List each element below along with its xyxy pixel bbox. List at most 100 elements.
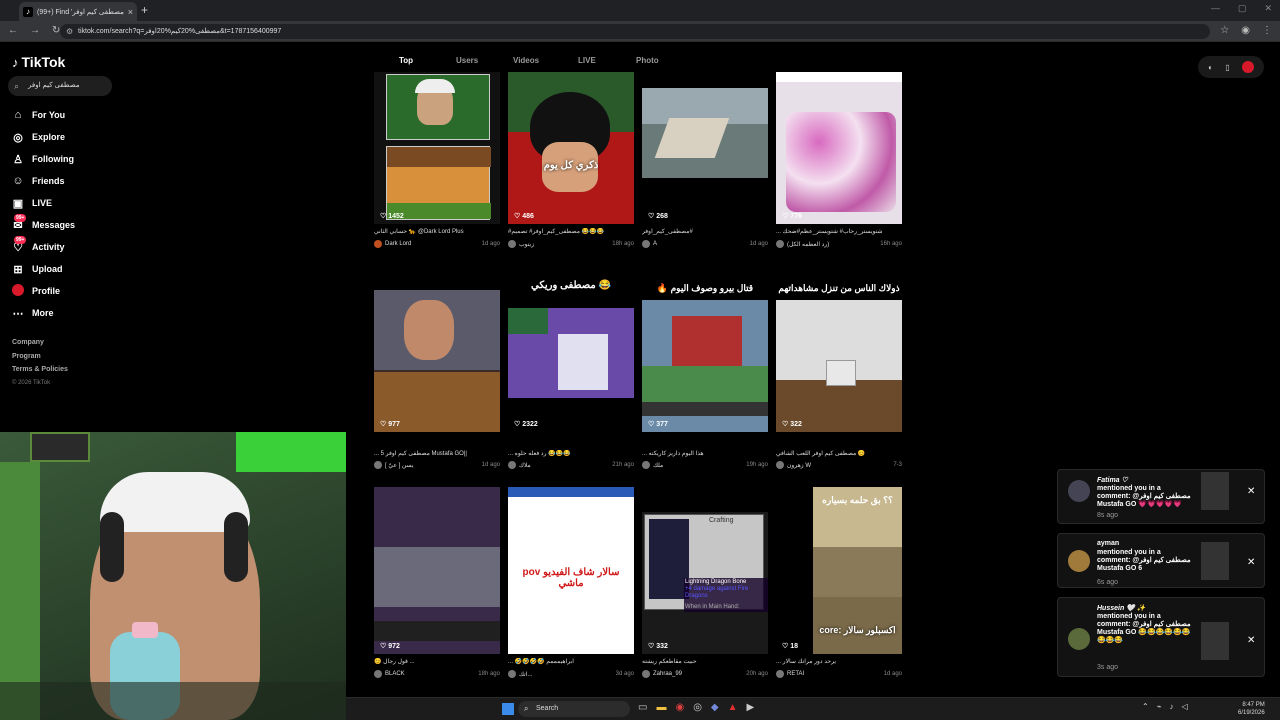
author-avatar[interactable] xyxy=(508,240,516,248)
sidebar-item-live[interactable]: ▣ LIVE xyxy=(12,192,75,214)
forward-icon[interactable]: → xyxy=(30,25,40,36)
media-icon[interactable]: ▶ xyxy=(747,702,755,713)
author-avatar[interactable] xyxy=(642,461,650,469)
footer-company[interactable]: Company xyxy=(12,336,68,350)
maximize-icon[interactable]: ▢ xyxy=(1238,3,1247,14)
video-caption[interactable]: مصطفى_كيم_اوفر# xyxy=(642,228,768,235)
tab-videos[interactable]: Videos xyxy=(513,56,539,65)
video-thumbnail[interactable]: ♡ 268 xyxy=(642,72,768,224)
url-field[interactable]: ⚙ tiktok.com/search?q=مصطفى%20كيم%20اوفر… xyxy=(60,24,1210,39)
video-caption[interactable]: ... يرحد دور مرانك سالار xyxy=(776,658,902,665)
author-avatar[interactable] xyxy=(776,670,784,678)
video-caption[interactable]: ... شتويستر_رحاب# شتويستر_عظم#ضحك xyxy=(776,228,902,235)
sidebar-item-upload[interactable]: ⊞ Upload xyxy=(12,258,75,280)
tab-users[interactable]: Users xyxy=(456,56,478,65)
app-icon[interactable]: ▲ xyxy=(728,702,738,713)
tab-live[interactable]: LIVE xyxy=(578,56,596,65)
browser-tab[interactable]: ♪ (99+) Find 'مصطفى كيم اوفر' on × xyxy=(19,2,137,21)
notification-preview[interactable] xyxy=(1201,472,1229,510)
author-name[interactable]: BLACK xyxy=(385,671,405,677)
video-caption[interactable]: ... هذا اليوم داريز كاريكته xyxy=(642,450,768,457)
mic-icon[interactable]: ♪ xyxy=(1170,702,1174,711)
taskbar-search[interactable]: ⌕ Search xyxy=(518,701,630,717)
phone-icon[interactable]: ▯ xyxy=(1225,63,1229,72)
author-name[interactable]: (رد العظمه الكل) xyxy=(787,241,829,248)
video-caption[interactable]: مصطفى كيم اوفر اللعب الشافي 😊 xyxy=(776,450,902,457)
video-caption[interactable]: حبيت مقاطعكم ريشته xyxy=(642,658,768,665)
author-avatar[interactable] xyxy=(374,461,382,469)
task-view-icon[interactable]: ▭ xyxy=(638,702,647,713)
avatar[interactable] xyxy=(1241,61,1254,73)
discord-icon[interactable]: ◆ xyxy=(711,702,719,713)
video-caption[interactable]: ... 🤣🤣🤣🤣 ابراهيمممم xyxy=(508,658,634,665)
author-name[interactable]: A xyxy=(653,241,657,247)
sidebar-item-more[interactable]: ⋯ More xyxy=(12,302,75,324)
author-avatar[interactable] xyxy=(642,240,650,248)
video-caption[interactable]: حسابي الثاني 🐆 @Dark Lord Plus xyxy=(374,228,500,235)
notification-card[interactable]: ayman mentioned you in a comment: @مصطفى… xyxy=(1057,533,1265,588)
video-thumbnail[interactable]: ♡ 972 xyxy=(374,487,500,654)
author-avatar[interactable] xyxy=(374,670,382,678)
author-name[interactable]: Dark Lord xyxy=(385,241,411,247)
start-button[interactable] xyxy=(502,703,514,715)
video-thumbnail[interactable]: ♡ 377 xyxy=(642,300,768,432)
obs-icon[interactable]: ◎ xyxy=(693,702,702,713)
author-name[interactable]: يسن [ عيّ ] xyxy=(385,462,414,469)
close-window-icon[interactable]: ✕ xyxy=(1264,3,1272,14)
coins-icon[interactable]: ◐ xyxy=(1208,63,1213,72)
author-name[interactable]: RETAI xyxy=(787,671,804,677)
tab-top[interactable]: Top xyxy=(399,56,413,65)
author-avatar[interactable] xyxy=(508,670,516,678)
sidebar-item-profile[interactable]: Profile xyxy=(12,280,75,302)
video-thumbnail[interactable]: ♡ 2322 xyxy=(508,300,634,432)
video-thumbnail[interactable]: ؟؟ بق حلمه بسياره core: اكسبلور سالار ♡ … xyxy=(776,487,902,654)
author-avatar[interactable] xyxy=(642,670,650,678)
video-thumbnail[interactable]: pov سالار شاف الفيديو ماشي xyxy=(508,487,634,654)
author-name[interactable]: زهرون W xyxy=(787,462,811,469)
bookmark-star-icon[interactable]: ☆ xyxy=(1220,25,1229,36)
clock[interactable]: 8:47 PM 6/19/2026 xyxy=(1238,701,1265,717)
close-icon[interactable]: ✕ xyxy=(1247,557,1255,568)
video-thumbnail[interactable]: ♡ 776 xyxy=(776,72,902,224)
author-avatar[interactable] xyxy=(508,461,516,469)
chrome-icon[interactable]: ◉ xyxy=(675,702,684,713)
video-thumbnail[interactable]: ♡ 1452 xyxy=(374,72,500,224)
author-name[interactable]: Zahraa_99 xyxy=(653,671,682,677)
author-name[interactable]: ملاك xyxy=(519,462,531,469)
video-caption[interactable]: #مصطفى_كيم_اوفر# تصميم 😂😂😂 xyxy=(508,228,634,235)
author-name[interactable]: ملك xyxy=(653,462,663,469)
new-tab-button[interactable]: + xyxy=(141,3,148,17)
close-icon[interactable]: ✕ xyxy=(1247,635,1255,646)
video-caption[interactable]: ... مصطفى كيم اوفر 5 Mustafa GO|| xyxy=(374,450,500,457)
video-caption[interactable]: ... رد فعله حلوه 😂😂😂 xyxy=(508,450,634,457)
video-thumbnail[interactable]: Crafting Lightning Dragon Bone +4 damage… xyxy=(642,512,768,654)
author-avatar[interactable] xyxy=(776,461,784,469)
sidebar-item-activity[interactable]: ♡ 99+ Activity xyxy=(12,236,75,258)
video-thumbnail[interactable]: ♡ 322 xyxy=(776,300,902,432)
close-icon[interactable]: ✕ xyxy=(1247,486,1255,497)
author-name[interactable]: زيتوب xyxy=(519,241,534,248)
notification-card[interactable]: Hussein 🤍 ✨ mentioned you in a comment: … xyxy=(1057,597,1265,677)
footer-program[interactable]: Program xyxy=(12,350,68,364)
tab-photo[interactable]: Photo xyxy=(636,56,659,65)
video-caption[interactable]: 😊 قول رجال ... xyxy=(374,658,500,665)
chevron-up-icon[interactable]: ⌃ xyxy=(1142,702,1149,711)
notification-preview[interactable] xyxy=(1201,622,1229,660)
close-tab-icon[interactable]: × xyxy=(128,7,133,17)
sidebar-item-for-you[interactable]: ⌂ For You xyxy=(12,104,75,126)
site-info-icon[interactable]: ⚙ xyxy=(66,24,73,39)
author-name[interactable]: اتك... xyxy=(519,671,532,678)
video-thumbnail[interactable]: ذكري كل يوم ♡ 486 xyxy=(508,72,634,224)
author-avatar[interactable] xyxy=(776,240,784,248)
network-icon[interactable]: ⌁ xyxy=(1157,702,1162,711)
menu-icon[interactable]: ⋮ xyxy=(1262,25,1272,36)
notification-preview[interactable] xyxy=(1201,542,1229,580)
footer-terms[interactable]: Terms & Policies xyxy=(12,363,68,377)
notification-card[interactable]: Fatima ♡ mentioned you in a comment: @مص… xyxy=(1057,469,1265,524)
minimize-icon[interactable]: — xyxy=(1211,3,1220,14)
volume-icon[interactable]: ◁ xyxy=(1182,702,1188,711)
avatar[interactable] xyxy=(1068,628,1090,650)
avatar[interactable] xyxy=(1068,480,1090,502)
author-avatar[interactable] xyxy=(374,240,382,248)
sidebar-item-following[interactable]: ♙ Following xyxy=(12,148,75,170)
